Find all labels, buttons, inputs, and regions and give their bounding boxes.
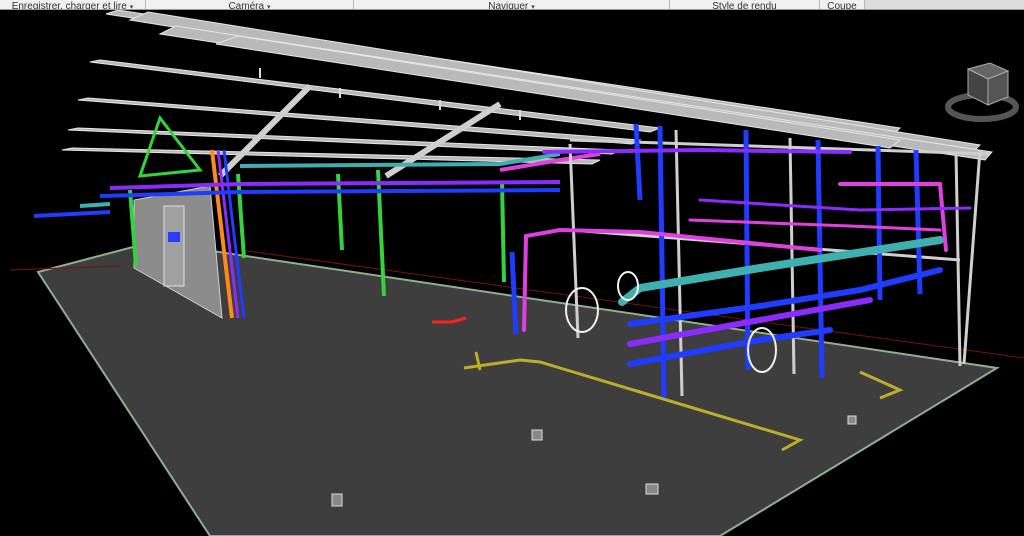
view-cube-icon[interactable] [942,55,1022,125]
ribbon-group-empty [865,0,1024,9]
ribbon-group-section[interactable]: Coupe [820,0,865,9]
pipe-runs-left [33,152,601,218]
roof-purlins [61,10,993,165]
industrial-building-model [9,10,1024,536]
door-window [168,232,180,242]
ribbon-group-label: Style de rendu [712,1,777,10]
ribbon-group-camera[interactable]: Caméra ▾ [146,0,354,9]
ribbon-group-label: Naviguer [488,1,529,10]
ribbon-group-label: Coupe [827,1,857,10]
chevron-down-icon[interactable]: ▾ [531,3,535,9]
ribbon-group-label: Enregistrer, charger et lire [11,1,127,10]
roll-up-door [163,205,185,287]
ribbon-group-save-load-play[interactable]: Enregistrer, charger et lire ▾ [0,0,146,9]
chevron-down-icon[interactable]: ▾ [267,3,271,9]
model-3d-viewport[interactable] [0,10,1024,536]
ribbon-panel-bar: Enregistrer, charger et lire ▾ Caméra ▾ … [0,0,1024,10]
chevron-down-icon[interactable]: ▾ [130,3,134,9]
ribbon-group-navigate[interactable]: Naviguer ▾ [354,0,670,9]
ribbon-group-label: Caméra [228,1,265,10]
ribbon-group-render-style[interactable]: Style de rendu [670,0,820,9]
